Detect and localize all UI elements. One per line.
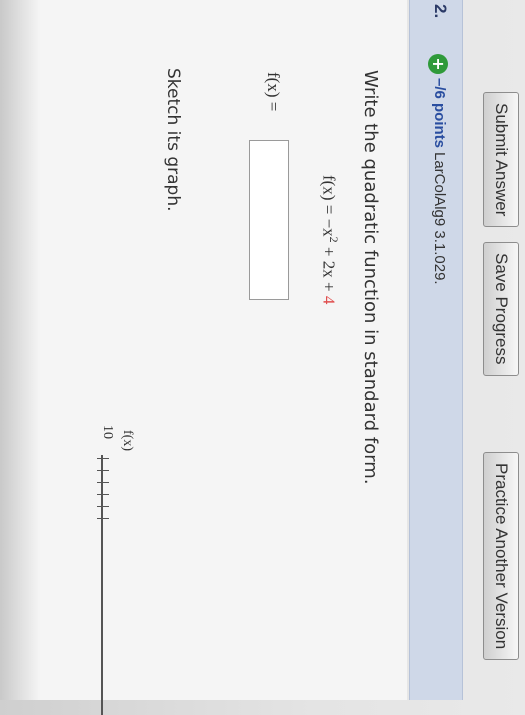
submit-answer-button[interactable]: Submit Answer [483,92,519,228]
equation-middle: + 2x + [319,242,339,296]
save-progress-button[interactable]: Save Progress [483,242,519,376]
equation-highlighted-constant: 4 [319,295,339,305]
graph-tick-label: 10 [100,425,115,439]
axis-tick [97,458,109,459]
axis-tick [97,470,109,471]
axis-tick [97,506,109,507]
sketch-prompt: Sketch its graph. [163,68,183,212]
answer-label: f(x) = [264,72,283,112]
action-button-row: Submit Answer Save Progress Practice Ano… [479,0,519,700]
points-label: –/6 points [431,78,448,149]
question-body: Write the quadratic function in standard… [0,0,407,700]
expand-plus-icon[interactable]: + [428,54,448,74]
photo-shadow [0,0,40,700]
axis-tick [97,482,109,483]
equation-prefix: f(x) = −x [319,175,339,237]
axis-tick [97,494,109,495]
answer-input[interactable] [249,140,289,300]
question-source-label: LarColAlg9 3.1.029. [431,152,448,285]
practice-another-version-button[interactable]: Practice Another Version [483,452,519,661]
axis-tick [97,518,109,519]
question-header-bar: 2. + –/6 points LarColAlg9 3.1.029. [409,0,463,700]
instruction-text: Write the quadratic function in standard… [360,70,381,485]
graph-y-axis-label: f(x) [120,430,135,451]
webassign-question-page: Submit Answer Save Progress Practice Ano… [0,0,525,715]
question-number: 2. [431,4,450,19]
given-function: f(x) = −x2 + 2x + 4 [318,175,341,304]
